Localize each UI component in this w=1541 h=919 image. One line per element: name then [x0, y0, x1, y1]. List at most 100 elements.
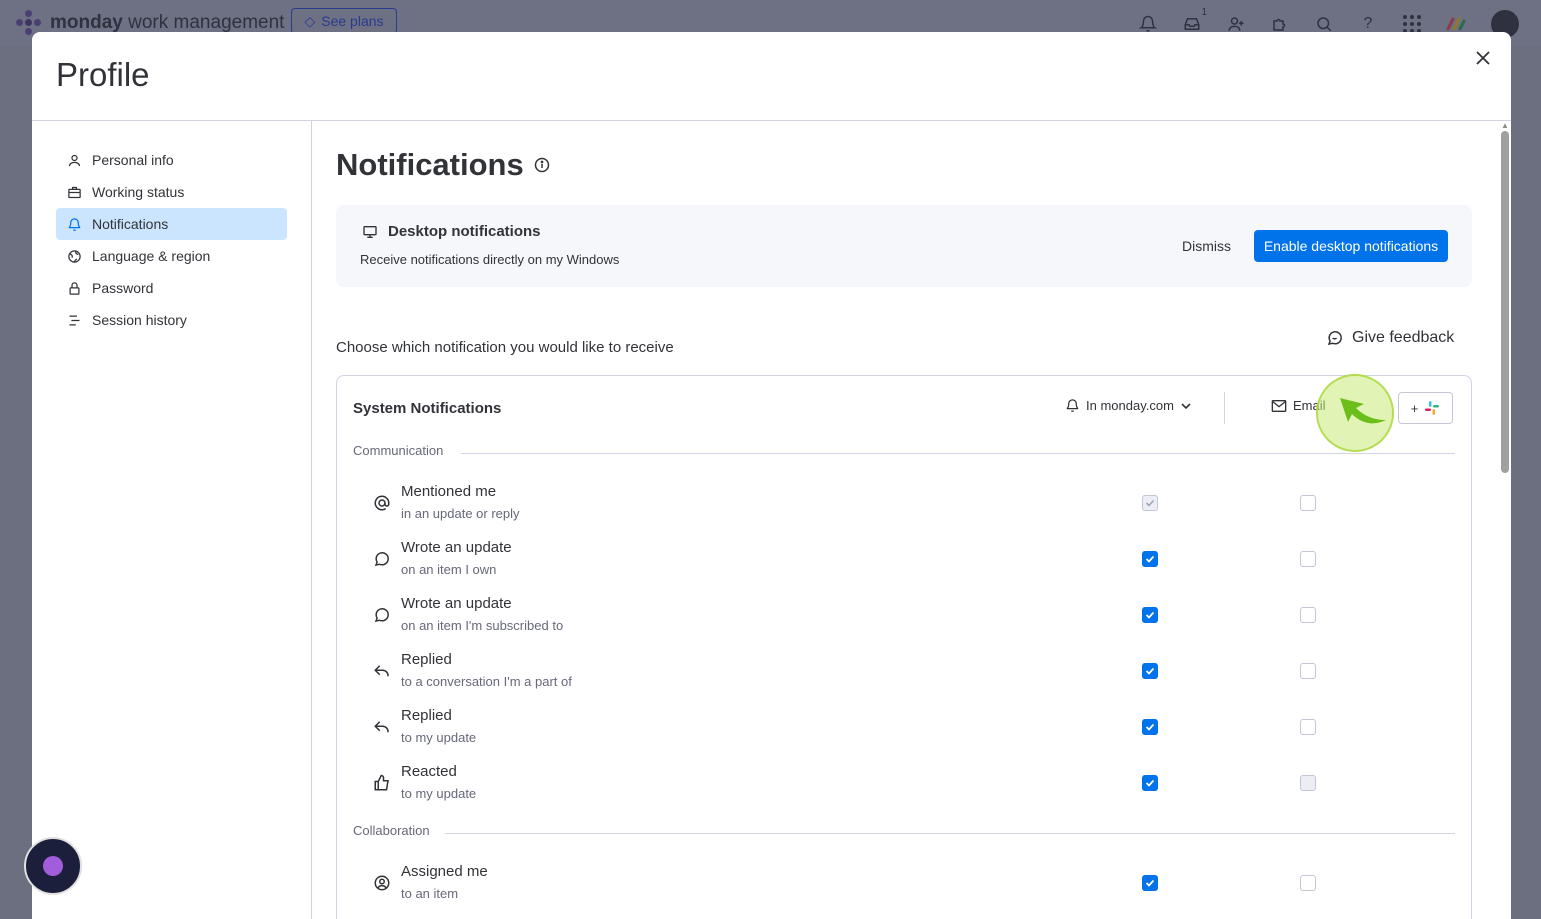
cursor-highlight [1316, 374, 1394, 452]
email-checkbox[interactable] [1300, 551, 1316, 567]
sidebar-item-notifications[interactable]: Notifications [56, 208, 287, 240]
desktop-notifications-card: Desktop notifications Receive notificati… [336, 205, 1472, 287]
profile-sidebar: Personal info Working status Notificatio… [32, 121, 312, 919]
sidebar-item-password[interactable]: Password [56, 272, 287, 304]
lock-icon [66, 280, 82, 296]
notification-row: Mentioned me in an update or reply [369, 478, 1449, 526]
sidebar-item-label: Session history [92, 312, 187, 328]
close-button[interactable] [1467, 42, 1499, 74]
email-checkbox[interactable] [1300, 775, 1316, 791]
feedback-icon [1327, 331, 1342, 346]
diamond-icon: ◇ [304, 12, 316, 29]
email-checkbox[interactable] [1300, 875, 1316, 891]
system-notifications-table: System Notifications In monday.com Email… [336, 375, 1472, 919]
globe-icon [66, 248, 82, 264]
system-notifications-title: System Notifications [353, 400, 502, 417]
email-checkbox[interactable] [1300, 495, 1316, 511]
sidebar-item-session-history[interactable]: Session history [56, 304, 287, 336]
modal-title: Profile [56, 56, 150, 93]
email-checkbox[interactable] [1300, 663, 1316, 679]
notifications-content: ▲ Notifications Desktop notifications Re… [312, 121, 1511, 919]
assistant-orb-icon [43, 856, 63, 876]
email-checkbox[interactable] [1300, 607, 1316, 623]
row-title: Mentioned me [401, 483, 497, 500]
row-subtitle: on an item I own [401, 562, 497, 577]
list-icon [66, 312, 82, 328]
chevron-down-icon [1181, 402, 1191, 409]
mail-icon [1271, 399, 1287, 412]
profile-modal: Profile Personal info Working status Not… [32, 32, 1511, 919]
comment-icon [374, 552, 389, 567]
desktop-subtitle: Receive notifications directly on my Win… [360, 252, 620, 267]
person-icon [66, 152, 82, 168]
notification-row: Wrote an update on an item I own [369, 534, 1449, 582]
row-subtitle: to an item [401, 886, 459, 901]
in-monday-checkbox[interactable] [1142, 607, 1158, 623]
cursor-arrow-icon [1340, 398, 1386, 424]
close-icon [1476, 51, 1490, 65]
at-icon [374, 495, 390, 511]
row-subtitle: to my update [401, 730, 477, 745]
brand-name: monday work management [50, 12, 285, 33]
row-title: Assigned me [401, 863, 488, 880]
in-monday-checkbox[interactable] [1142, 663, 1158, 679]
group-divider [445, 833, 1455, 834]
info-icon[interactable] [534, 157, 550, 173]
row-title: Wrote an update [401, 595, 512, 612]
plus-icon: + [1410, 400, 1419, 416]
bell-icon [66, 216, 82, 232]
in-monday-column-dropdown[interactable]: In monday.com [1065, 398, 1192, 413]
sidebar-item-personal-info[interactable]: Personal info [56, 144, 287, 176]
sidebar-item-working-status[interactable]: Working status [56, 176, 287, 208]
notification-row: Replied to a conversation I'm a part of [369, 646, 1449, 694]
in-monday-checkbox[interactable] [1142, 495, 1158, 511]
row-subtitle: to a conversation I'm a part of [401, 674, 572, 689]
give-feedback-label: Give feedback [1352, 329, 1455, 346]
enable-desktop-notifications-button[interactable]: Enable desktop notifications [1254, 230, 1448, 262]
briefcase-icon [66, 184, 82, 200]
row-subtitle: in an update or reply [401, 506, 520, 521]
column-divider [1224, 392, 1225, 424]
scrollbar-thumb[interactable] [1501, 131, 1509, 473]
bell-icon [1066, 399, 1079, 412]
see-plans-button[interactable]: ◇ See plans [291, 8, 397, 34]
notification-row: Wrote an update on an item I'm subscribe… [369, 590, 1449, 638]
page-title: Notifications [336, 147, 550, 183]
modal-header: Profile [32, 32, 1511, 121]
scroll-up-arrow[interactable]: ▲ [1501, 121, 1509, 130]
row-subtitle: to my update [401, 786, 477, 801]
page-title-text: Notifications [336, 147, 524, 182]
desktop-title-text: Desktop notifications [388, 223, 541, 240]
comment-icon [374, 608, 389, 623]
ai-assistant-button[interactable] [24, 837, 82, 895]
sidebar-item-label: Password [92, 280, 154, 296]
row-title: Replied [401, 651, 452, 668]
group-label-collaboration: Collaboration [353, 823, 430, 838]
sidebar-item-label: Personal info [92, 152, 174, 168]
row-title: Wrote an update [401, 539, 512, 556]
person-circle-icon [374, 875, 390, 891]
group-label-communication: Communication [353, 443, 444, 458]
give-feedback-button[interactable]: Give feedback [1326, 329, 1454, 347]
reply-icon [374, 721, 389, 733]
thumbs-up-icon [374, 774, 389, 791]
notification-row: Reacted to my update [369, 758, 1449, 806]
slack-icon [1425, 401, 1440, 415]
in-monday-checkbox[interactable] [1142, 875, 1158, 891]
notification-row: Assigned me to an item [369, 858, 1449, 906]
desktop-notifications-title: Desktop notifications [362, 223, 541, 240]
in-monday-checkbox[interactable] [1142, 551, 1158, 567]
in-monday-checkbox[interactable] [1142, 775, 1158, 791]
sidebar-item-label: Language & region [92, 248, 211, 264]
in-monday-column-label: In monday.com [1086, 398, 1174, 413]
choose-notification-text: Choose which notification you would like… [336, 339, 674, 356]
dismiss-button[interactable]: Dismiss [1172, 230, 1241, 262]
email-checkbox[interactable] [1300, 719, 1316, 735]
add-slack-button[interactable]: + [1398, 392, 1453, 424]
row-subtitle: on an item I'm subscribed to [401, 618, 564, 633]
monitor-icon [363, 225, 377, 238]
row-title: Replied [401, 707, 452, 724]
sidebar-item-language-region[interactable]: Language & region [56, 240, 287, 272]
inbox-badge: 1 [1201, 7, 1207, 18]
in-monday-checkbox[interactable] [1142, 719, 1158, 735]
